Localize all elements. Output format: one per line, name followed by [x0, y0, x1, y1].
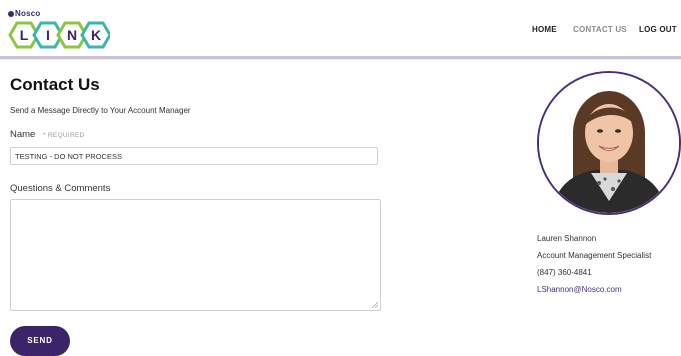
link-logo-hex-k: K	[80, 21, 110, 49]
name-input[interactable]	[10, 147, 378, 165]
nosco-logo[interactable]: Nosco	[8, 9, 40, 18]
contact-email-link[interactable]: LShannon@Nosco.com	[537, 285, 622, 294]
link-letter-k: K	[91, 27, 101, 43]
required-indicator: * REQUIRED	[43, 132, 85, 139]
header-divider-shadow	[0, 59, 681, 60]
resize-grip-icon[interactable]	[372, 302, 378, 308]
nav-home[interactable]: HOME	[532, 25, 557, 34]
page-subtitle: Send a Message Directly to Your Account …	[10, 106, 191, 115]
link-letter-l: L	[20, 27, 29, 43]
link-logo[interactable]: L I N K	[6, 19, 110, 51]
nav-log-out[interactable]: LOG OUT	[639, 25, 677, 34]
name-label: Name	[10, 129, 36, 140]
account-manager-photo	[539, 73, 679, 213]
nosco-mark-icon	[8, 11, 14, 17]
contact-title: Account Management Specialist	[537, 251, 652, 260]
site-header: Nosco L I N K HOME CONTACT US LOG OUT	[0, 0, 681, 56]
send-button[interactable]: SEND	[10, 326, 70, 356]
link-letter-i: I	[46, 27, 50, 43]
contact-name: Lauren Shannon	[537, 234, 597, 243]
avatar	[537, 71, 681, 215]
nav-contact-us[interactable]: CONTACT US	[573, 25, 627, 34]
comments-textarea[interactable]	[10, 199, 381, 311]
comments-label: Questions & Comments	[10, 183, 111, 194]
contact-phone: (847) 360-4841	[537, 268, 592, 277]
company-name: Nosco	[15, 9, 41, 18]
link-letter-n: N	[67, 27, 77, 43]
page-title: Contact Us	[10, 75, 100, 94]
